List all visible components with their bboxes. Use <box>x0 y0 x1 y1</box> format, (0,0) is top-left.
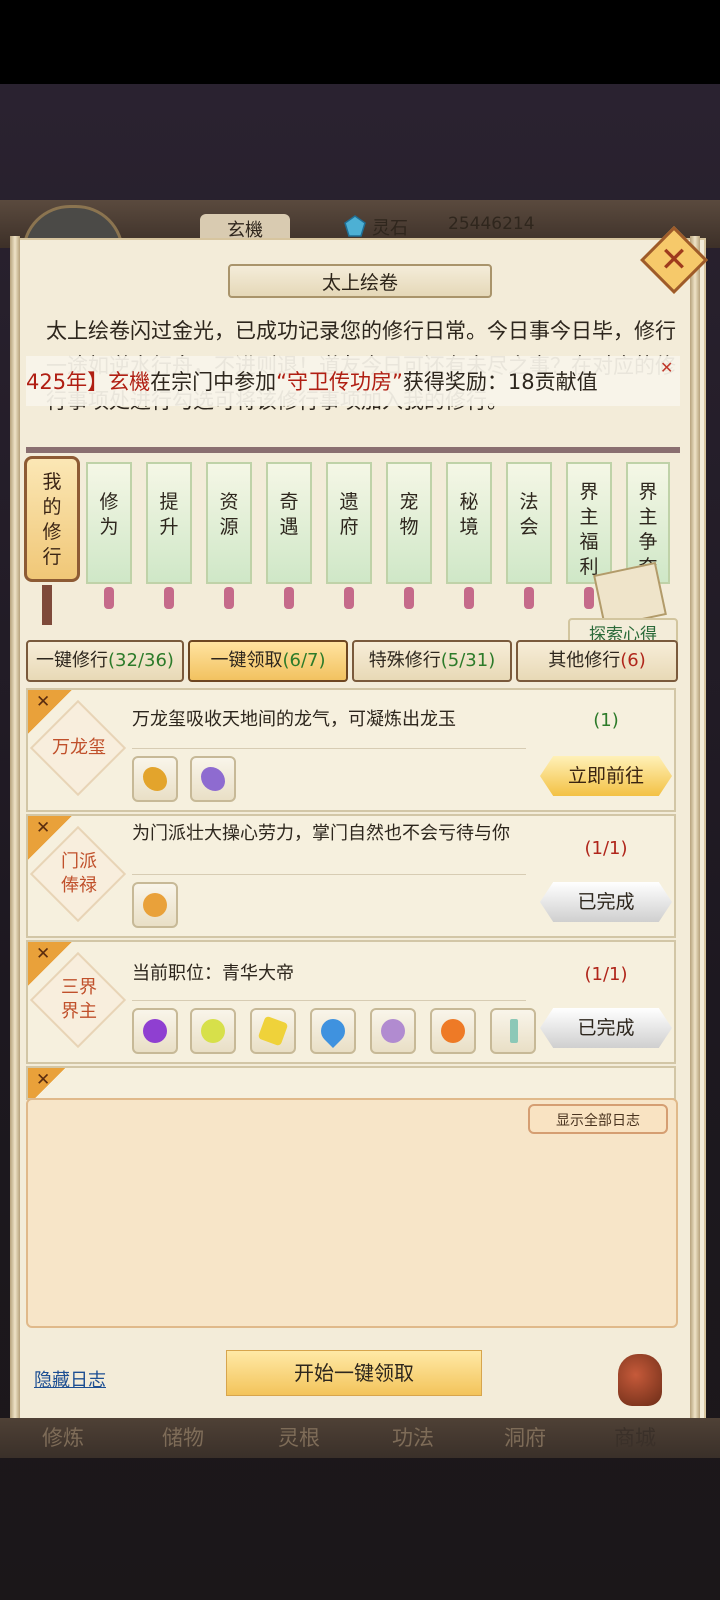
task-name: 界主 <box>61 1001 97 1022</box>
scroll-label: 遗府 <box>339 491 359 538</box>
nav-techniques[interactable]: 功法 <box>392 1422 434 1452</box>
scroll-my-practice-label: 我的修行 <box>42 471 62 568</box>
task-name: 万龙玺 <box>52 737 106 758</box>
scroll-rod-right <box>690 236 700 1422</box>
task-progress: (1/1) <box>584 964 628 985</box>
tab-label: 其他修行 <box>548 650 621 671</box>
task-name: 门派 <box>61 851 97 872</box>
scroll-rail <box>26 447 680 453</box>
close-icon[interactable]: ✕ <box>36 692 50 712</box>
orange-flower-icon[interactable] <box>430 1008 476 1054</box>
tassel-knot-icon <box>164 587 174 609</box>
tab-label: 一键领取 <box>210 650 283 671</box>
nav-cultivate[interactable]: 修炼 <box>42 1422 84 1452</box>
tassel-knot-icon <box>104 587 114 609</box>
task-description: 万龙玺吸收天地间的龙气，可凝炼出龙玉 <box>132 709 456 730</box>
broadcast-text-2: 获得奖励：18贡献值 <box>402 370 598 394</box>
completed-button[interactable]: 已完成 <box>540 882 672 922</box>
broadcast-year: 425年】 <box>26 370 109 394</box>
nav-cave-dwelling[interactable]: 洞府 <box>504 1422 546 1452</box>
broadcast-text-1: 在宗门中参加 <box>150 370 277 394</box>
scroll-label: 修为 <box>99 491 119 538</box>
divider <box>132 748 526 749</box>
tassel-knot-icon <box>464 587 474 609</box>
start-one-click-claim-button[interactable]: 开始一键领取 <box>226 1350 482 1396</box>
spirit-stone-icon <box>344 215 366 237</box>
tab-count: (32/36) <box>108 650 174 671</box>
close-icon[interactable]: ✕ <box>36 944 50 964</box>
task-name: 俸禄 <box>61 875 97 896</box>
money-bag-icon[interactable] <box>132 882 178 928</box>
close-icon[interactable]: ✕ <box>36 818 50 838</box>
scroll-label: 法会 <box>519 491 539 538</box>
tassel-knot-icon <box>524 587 534 609</box>
hide-log-link[interactable]: 隐藏日志 <box>34 1366 106 1392</box>
blue-crystal-icon[interactable] <box>310 1008 356 1054</box>
spirit-sword-icon[interactable] <box>490 1008 536 1054</box>
tab-other-practice[interactable]: 其他修行(6) <box>516 640 678 682</box>
lavender-herb-icon[interactable] <box>370 1008 416 1054</box>
tassel-knot-icon <box>284 587 294 609</box>
scroll-label: 宠物 <box>399 491 419 538</box>
broadcast-player: 玄機 <box>108 370 151 394</box>
completed-button[interactable]: 已完成 <box>540 1008 672 1048</box>
dragon-purple-icon[interactable] <box>190 756 236 802</box>
tab-one-click-claim[interactable]: 一键领取(6/7) <box>188 640 348 682</box>
tab-one-click-practice[interactable]: 一键修行(32/36) <box>26 640 184 682</box>
yellow-orb-icon[interactable] <box>190 1008 236 1054</box>
tab-count: (6/7) <box>282 650 326 671</box>
broadcast-text: 425年】玄機在宗门中参加“守卫传功房”获得奖励：18贡献值 <box>26 366 686 396</box>
task-description: 为门派壮大操心劳力，掌门自然也不会亏待与你 <box>132 823 510 844</box>
task-description: 当前职位：青华大帝 <box>132 963 294 984</box>
divider <box>132 1000 526 1001</box>
nav-spirit-root[interactable]: 灵根 <box>278 1422 320 1452</box>
dragon-gold-icon[interactable] <box>132 756 178 802</box>
bottom-nav <box>0 1418 720 1458</box>
purple-orb-icon[interactable] <box>132 1008 178 1054</box>
tassel-knot-icon <box>224 587 234 609</box>
currency-value: 25446214 <box>448 214 535 234</box>
tab-count: (5/31) <box>440 650 496 671</box>
close-icon[interactable]: ✕ <box>36 1070 50 1090</box>
task-card <box>26 1066 676 1100</box>
tab-special-practice[interactable]: 特殊修行(5/31) <box>352 640 512 682</box>
task-name: 三界 <box>61 977 97 998</box>
task-progress: (1) <box>593 710 619 731</box>
tab-label: 一键修行 <box>36 650 109 671</box>
scroll-label: 奇遇 <box>279 491 299 538</box>
scroll-label: 界主福利 <box>579 481 599 578</box>
panel-title: 太上绘卷 <box>321 272 398 294</box>
nav-storage[interactable]: 储物 <box>162 1422 204 1452</box>
task-progress: (1/1) <box>584 838 628 859</box>
yellow-crystal-icon[interactable] <box>250 1008 296 1054</box>
broadcast-close-icon[interactable]: ✕ <box>660 358 673 377</box>
tassel-knot-icon <box>584 587 594 609</box>
tassel-knot-icon <box>404 587 414 609</box>
scroll-label: 资源 <box>219 491 239 538</box>
scroll-rod-left <box>10 236 20 1422</box>
broadcast-event: “守卫传功房” <box>276 370 403 394</box>
nav-shop[interactable]: 商城 <box>614 1422 656 1452</box>
show-all-logs-button[interactable]: 显示全部日志 <box>528 1104 668 1134</box>
tab-label: 特殊修行 <box>368 650 441 671</box>
divider <box>132 874 526 875</box>
tassel-knot-icon <box>344 587 354 609</box>
currency-label: 灵石 <box>372 218 408 239</box>
scroll-label: 秘境 <box>459 491 479 538</box>
wine-jar-icon <box>618 1354 662 1406</box>
tassel-icon <box>42 585 52 625</box>
close-icon[interactable]: ✕ <box>650 236 698 284</box>
scroll-label: 提升 <box>159 491 179 538</box>
go-now-button[interactable]: 立即前往 <box>540 756 672 796</box>
tab-count: (6) <box>620 650 646 671</box>
